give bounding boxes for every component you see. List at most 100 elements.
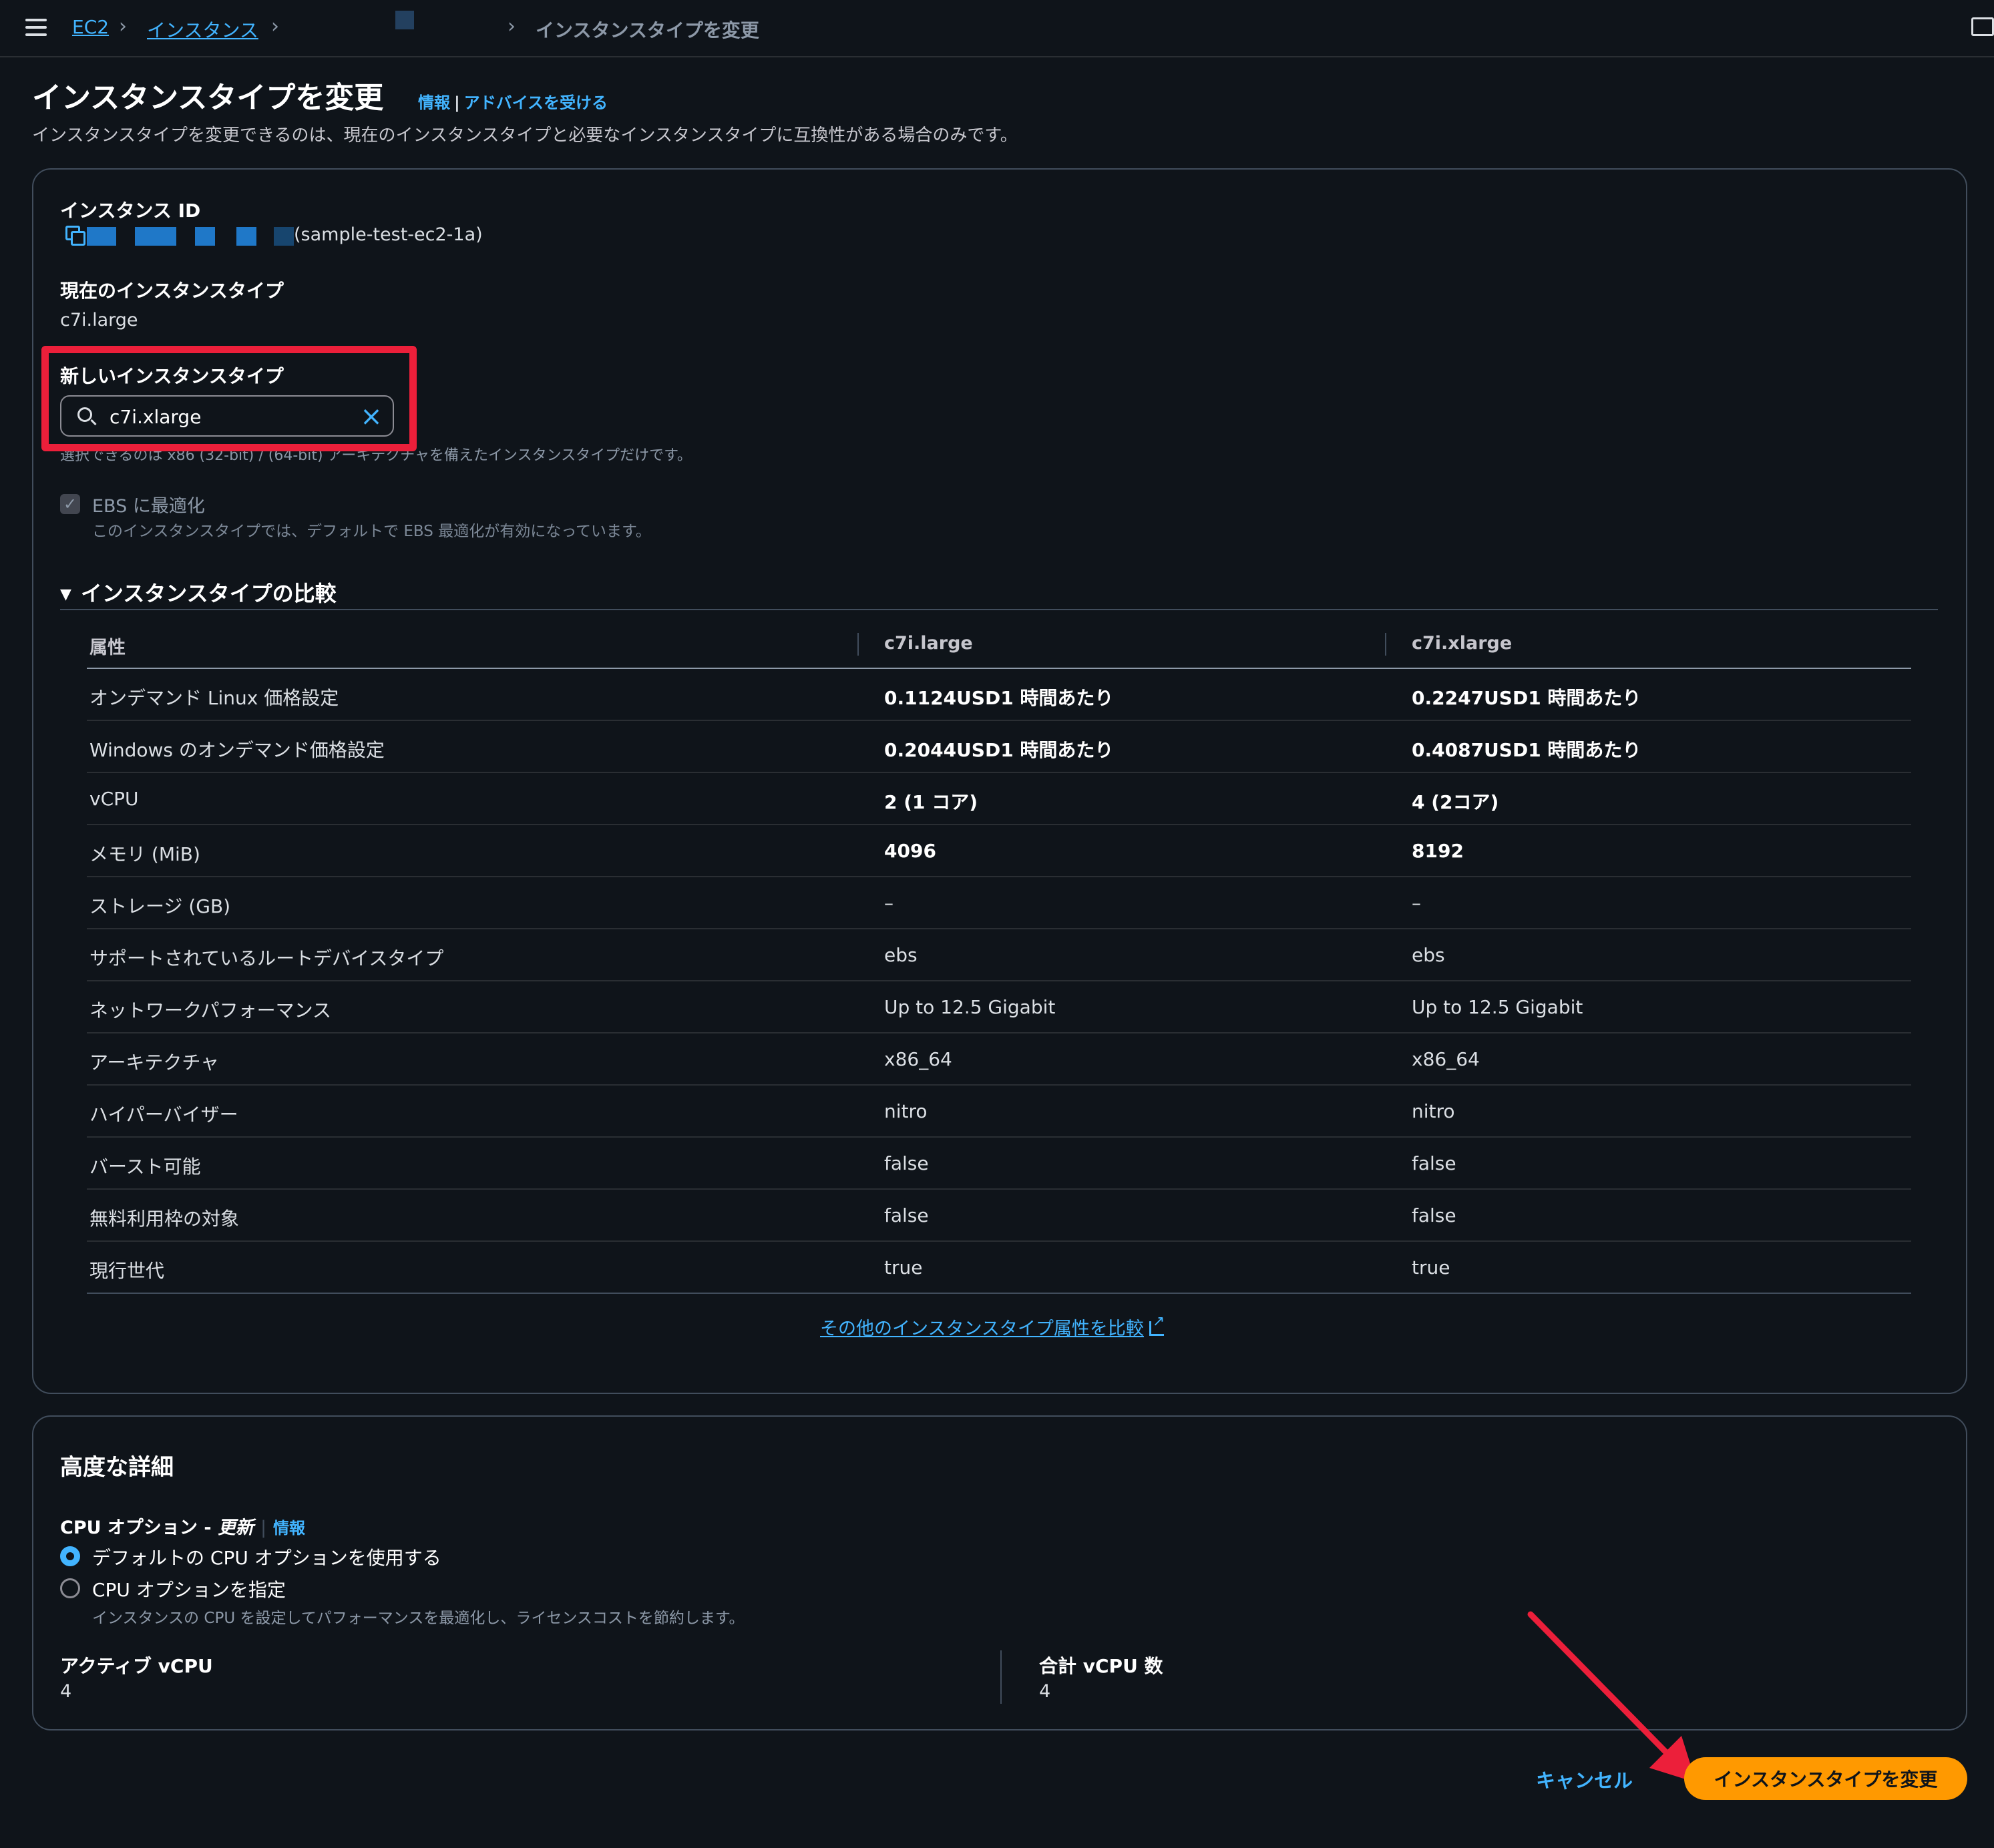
cpu-info-link[interactable]: 情報 [273,1519,305,1538]
table-row: ネットワークパフォーマンス Up to 12.5 Gigabit Up to 12.… [87,981,1911,1033]
value-cell: 0.4087USD1 時間あたり [1412,739,1641,761]
comparison-title: インスタンスタイプの比較 [80,581,337,606]
value-cell: ebs [1412,944,1445,966]
value-cell: 0.2044USD1 時間あたり [884,739,1114,761]
radio-specify-description: インスタンスの CPU を設定してパフォーマンスを最適化し、ライセンスコストを節… [92,1610,745,1627]
value-cell: 2 (1 コア) [884,791,978,813]
ebs-checkbox: ✓ [60,494,80,514]
attribute-cell: vCPU [89,788,139,810]
value-cell: 4096 [884,840,936,862]
advice-link[interactable]: アドバイスを受ける [464,93,608,112]
cpu-options-update: 更新 [217,1518,254,1538]
column-divider [1385,633,1386,656]
ebs-description: このインスタンスタイプでは、デフォルトで EBS 最適化が有効になっています。 [92,523,651,540]
chevron-right-icon: › [119,15,127,38]
attribute-cell: ネットワークパフォーマンス [89,999,332,1021]
cpu-options-label: CPU オプション - 更新 | 情報 [60,1513,305,1539]
value-cell: true [884,1256,923,1279]
column-header: c7i.large [884,633,973,654]
table-row: vCPU 2 (1 コア) 4 (2コア) [87,773,1911,825]
page-description: インスタンスタイプを変更できるのは、現在のインスタンスタイプと必要なインスタンス… [32,126,1018,146]
current-type-label: 現在のインスタンスタイプ [60,280,284,302]
table-row: ハイパーバイザー nitro nitro [87,1086,1911,1138]
page-title: インスタンスタイプを変更 [32,81,384,115]
attribute-cell: Windows のオンデマンド価格設定 [89,739,385,761]
redacted-id [274,227,294,246]
value-cell: x86_64 [1412,1048,1480,1070]
table-row: Windows のオンデマンド価格設定 0.2044USD1 時間あたり 0.408… [87,721,1911,773]
chevron-right-icon: › [508,15,516,38]
screen-icon[interactable] [1971,17,1994,36]
info-link[interactable]: 情報 [418,93,450,112]
value-cell: false [884,1204,929,1226]
active-vcpu-value: 4 [60,1681,72,1702]
table-row: バースト可能 false false [87,1138,1911,1190]
instance-id-label: インスタンス ID [60,200,201,222]
redacted-id [236,227,256,246]
breadcrumb-instances[interactable]: インスタンス [147,16,258,43]
section-divider [60,609,1938,610]
menu-icon[interactable] [25,19,47,36]
advanced-title: 高度な詳細 [60,1454,174,1481]
column-header: c7i.xlarge [1412,633,1513,654]
ebs-label: EBS に最適化 [92,496,205,517]
value-cell: Up to 12.5 Gigabit [1412,996,1583,1018]
attribute-cell: メモリ (MiB) [89,843,200,865]
compare-more-label: その他のインスタンスタイプ属性を比較 [820,1319,1144,1339]
table-header: 属性 c7i.large c7i.xlarge [87,618,1911,669]
value-cell: 8192 [1412,840,1464,862]
label-divider: | [260,1518,267,1538]
header-links: 情報 | アドバイスを受ける [418,89,608,113]
column-header: 属性 [89,638,126,658]
value-cell: 0.2247USD1 時間あたり [1412,687,1641,709]
attribute-cell: ストレージ (GB) [89,895,231,917]
attribute-cell: 現行世代 [89,1260,165,1282]
link-separator: | [454,93,460,112]
compare-more-link[interactable]: その他のインスタンスタイプ属性を比較 [820,1313,1165,1340]
attribute-cell: アーキテクチャ [89,1052,220,1074]
radio-specify-cpu[interactable] [60,1578,80,1598]
attribute-cell: サポートされているルートデバイスタイプ [89,947,444,969]
radio-specify-label[interactable]: CPU オプションを指定 [92,1576,286,1602]
redacted-id [87,227,116,246]
value-cell: false [1412,1204,1456,1226]
arrow-annotation [1527,1611,1696,1783]
attribute-cell: ハイパーバイザー [89,1104,238,1126]
value-cell: false [1412,1152,1456,1174]
total-vcpu-label: 合計 vCPU 数 [1039,1655,1163,1677]
vcpu-divider [1000,1650,1002,1704]
table-row: 現行世代 true true [87,1242,1911,1294]
attribute-cell: バースト可能 [89,1156,201,1178]
table-body: オンデマンド Linux 価格設定 0.1124USD1 時間あたり 0.2247U… [87,669,1911,1294]
redacted-id [135,227,176,246]
cpu-options-text: CPU オプション - [60,1518,218,1538]
value-cell: x86_64 [884,1048,952,1070]
breadcrumb-ec2[interactable]: EC2 [72,16,109,38]
highlight-annotation [41,346,417,451]
redacted-id [195,227,215,246]
change-instance-type-button[interactable]: インスタンスタイプを変更 [1684,1757,1967,1800]
table-row: サポートされているルートデバイスタイプ ebs ebs [87,929,1911,981]
value-cell: nitro [1412,1100,1455,1122]
value-cell: 0.1124USD1 時間あたり [884,687,1114,709]
value-cell: ebs [884,944,918,966]
current-type-value: c7i.large [60,310,138,330]
breadcrumb-current: インスタンスタイプを変更 [536,19,759,41]
table-row: アーキテクチャ x86_64 x86_64 [87,1033,1911,1086]
copy-icon[interactable] [65,226,85,246]
value-cell: 4 (2コア) [1412,791,1499,813]
radio-default-label[interactable]: デフォルトの CPU オプションを使用する [92,1544,441,1570]
value-cell: – [884,892,893,914]
column-divider [857,633,859,656]
active-vcpu-label: アクティブ vCPU [60,1655,213,1677]
caret-down-icon: ▼ [60,586,71,603]
attribute-cell: 無料利用枠の対象 [89,1208,240,1230]
top-navigation-bar: EC2 › インスタンス › › インスタンスタイプを変更 [0,0,1994,57]
value-cell: Up to 12.5 Gigabit [884,996,1056,1018]
comparison-section-toggle[interactable]: ▼ インスタンスタイプの比較 [60,577,337,608]
chevron-right-icon: › [271,15,279,38]
value-cell: false [884,1152,929,1174]
table-row: ストレージ (GB) – – [87,877,1911,929]
radio-default-cpu[interactable] [60,1546,80,1566]
external-link-icon [1149,1313,1165,1336]
